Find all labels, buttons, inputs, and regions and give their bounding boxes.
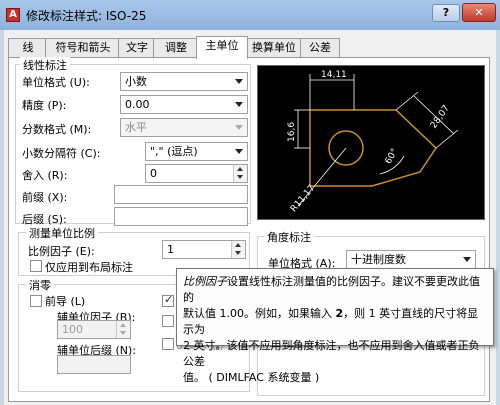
sub-unit-factor-input: 100 — [57, 320, 131, 339]
layout-only-label: 仅应用到布局标注 — [45, 261, 133, 274]
decimal-separator-select[interactable]: "," (逗点) — [145, 142, 248, 161]
precision-value: 0.00 — [125, 98, 150, 111]
spinner-icon[interactable] — [231, 241, 245, 258]
scale-factor-tooltip: 比例因子设置线性标注测量值的比例因子。建议不要更改此值的 默认值 1.00。例如… — [176, 268, 494, 384]
chevron-down-icon — [235, 149, 243, 154]
dim-right-label: 28,07 — [429, 104, 452, 131]
tab-primary-units[interactable]: 主单位 — [196, 36, 248, 59]
tooltip-line-2: 默认值 1.00。例如，如果输入 2，则 1 英寸直线的尺寸将显示为 — [183, 306, 487, 338]
tooltip-line-4: 值。 ( DIMLFAC 系统变量 ) — [183, 371, 320, 384]
sub-unit-suffix-input — [57, 355, 131, 374]
dim-left-label: 16,6 — [287, 122, 297, 142]
suffix-input[interactable] — [114, 207, 248, 226]
unit-format-select[interactable]: 小数 — [120, 72, 248, 91]
chevron-down-icon — [235, 125, 243, 130]
angular-unit-format-value: 十进制度数 — [351, 253, 406, 266]
decimal-separator-label: 小数分隔符 (C): — [22, 147, 101, 160]
dim-angle-label: 60° — [384, 147, 401, 166]
fraction-format-value: 水平 — [125, 121, 147, 134]
scale-group-title: 测量单位比例 — [26, 225, 98, 241]
feet-checkbox[interactable] — [162, 315, 174, 327]
tooltip-line-3: 2 英寸。该值不应用到角度标注，也不应用到舍入值或者正负公差 — [183, 339, 480, 368]
help-button[interactable]: ? — [432, 4, 460, 22]
dim-radius-label: R11,17 — [289, 183, 317, 214]
round-off-label: 舍入 (R): — [22, 169, 68, 182]
autocad-app-icon: A — [6, 8, 20, 22]
spinner-icon — [116, 321, 130, 338]
tab-text[interactable]: 文字 — [118, 38, 156, 58]
tab-fit[interactable]: 调整 — [153, 38, 199, 58]
chevron-down-icon — [235, 102, 243, 107]
tooltip-line-2a: 默认值 1.00。例如，如果输入 — [183, 307, 336, 320]
chevron-down-icon — [463, 257, 471, 262]
scale-factor-value: 1 — [167, 243, 174, 256]
tooltip-line-2b: 2 — [335, 307, 344, 320]
tab-lines[interactable]: 线 — [8, 38, 48, 58]
inches-checkbox[interactable] — [162, 338, 174, 350]
window-title: 修改标注样式: ISO-25 — [26, 9, 147, 23]
tooltip-line-1-text: 设置线性标注测量值的比例因子。建议不要更改此值的 — [183, 275, 480, 304]
zero-suppression-title: 消零 — [26, 277, 54, 293]
trailing-checkbox[interactable] — [162, 293, 174, 307]
linear-group-title: 线性标注 — [20, 57, 70, 73]
tab-tolerances[interactable]: 公差 — [300, 38, 340, 58]
tooltip-term: 比例因子 — [183, 275, 227, 288]
dimension-preview-drawing: 14,11 16,6 28,07 60° R11,17 — [287, 70, 459, 214]
leading-checkbox[interactable] — [30, 295, 42, 307]
tooltip-line-1: 比例因子设置线性标注测量值的比例因子。建议不要更改此值的 — [183, 274, 487, 306]
chevron-down-icon — [235, 79, 243, 84]
round-off-value: 0 — [150, 167, 157, 180]
precision-select[interactable]: 0.00 — [120, 95, 248, 114]
fraction-format-select: 水平 — [120, 118, 248, 137]
close-button[interactable]: ✕ — [462, 3, 496, 22]
dim-top-label: 14,11 — [321, 70, 347, 80]
leading-label: 前导 (L) — [45, 295, 86, 308]
fraction-format-label: 分数格式 (M): — [22, 123, 92, 136]
scale-factor-label: 比例因子 (E): — [28, 245, 95, 258]
preview-area: 14,11 16,6 28,07 60° R11,17 — [257, 65, 485, 220]
prefix-label: 前缀 (X): — [22, 191, 68, 204]
unit-format-value: 小数 — [125, 75, 147, 88]
spinner-icon[interactable] — [233, 165, 247, 182]
tab-alternate-units[interactable]: 换算单位 — [245, 38, 303, 58]
tab-symbols-arrows[interactable]: 符号和箭头 — [45, 38, 121, 58]
scale-factor-input[interactable]: 1 — [162, 240, 246, 259]
angular-group-title: 角度标注 — [264, 229, 314, 245]
precision-label: 精度 (P): — [22, 99, 67, 112]
prefix-input[interactable] — [114, 185, 248, 204]
layout-only-checkbox[interactable] — [30, 260, 42, 272]
angular-unit-format-select[interactable]: 十进制度数 — [346, 250, 476, 269]
round-off-input[interactable]: 0 — [145, 164, 248, 183]
sub-unit-factor-value: 100 — [62, 323, 83, 336]
unit-format-label: 单位格式 (U): — [22, 76, 90, 89]
decimal-separator-value: "," (逗点) — [150, 145, 198, 158]
